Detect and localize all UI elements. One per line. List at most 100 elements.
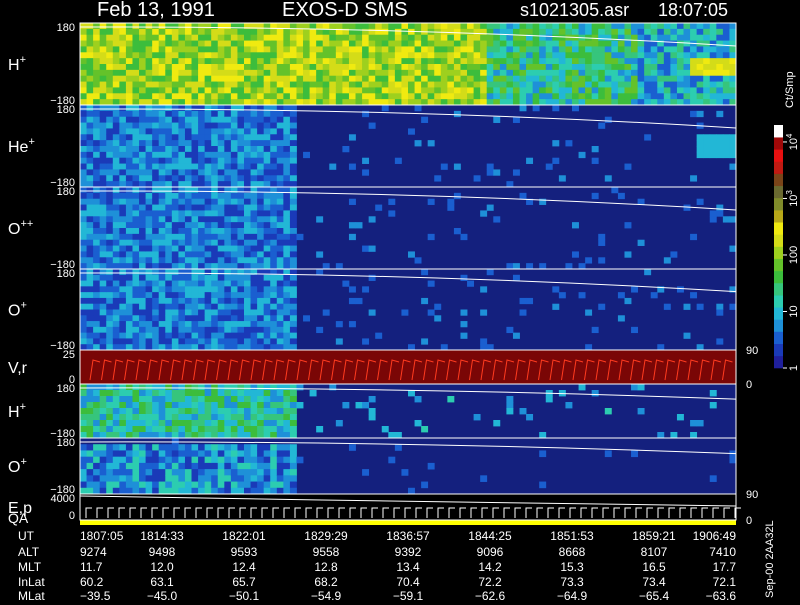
ephemeris-cell: 73.4 [642, 575, 666, 589]
colorbar-segment [774, 258, 783, 272]
spectrogram-cells [80, 23, 737, 106]
colorbar-segment [774, 343, 783, 357]
ephemeris-cell: 13.4 [396, 560, 420, 574]
ephemeris-cell: 12.8 [314, 560, 338, 574]
ephemeris-cell: 12.4 [232, 560, 256, 574]
ephemeris-cell: 68.2 [314, 575, 338, 589]
ephemeris-cell: 73.3 [560, 575, 584, 589]
panel-5: H+180−180 [8, 383, 737, 440]
ephemeris-cell: 1844:25 [468, 529, 512, 543]
ephemeris-cell: 11.7 [80, 560, 103, 574]
panel-ymax-label: 180 [57, 437, 75, 449]
panel-ymax-label: 4000 [51, 493, 75, 505]
ephemeris-row-label: InLat [18, 575, 45, 589]
units-label: Ct/Smp [784, 71, 796, 108]
spectrogram-plot: Feb 13, 1991 EXOS-D SMS s1021305.asr 18:… [0, 0, 800, 603]
ephemeris-cell: 1859:21 [632, 529, 676, 543]
ephemeris-cell: −39.5 [80, 589, 111, 600]
colorbar-segment [774, 125, 783, 138]
ephemeris-cell: 8107 [641, 545, 668, 559]
ephemeris-cell: 1851:53 [550, 529, 594, 543]
plot-start-time: 18:07:05 [658, 0, 728, 20]
colorbar-segment [774, 137, 783, 150]
panel-group: H+180−180He+180−180O++180−180O+180−180 90… [8, 22, 758, 527]
ephemeris-cell: 17.7 [713, 560, 737, 574]
colorbar-segment [774, 197, 783, 211]
colorbar-segment [774, 234, 783, 247]
colorbar-segment [774, 210, 783, 223]
ephemeris-row-label: ALT [18, 545, 40, 559]
ephemeris-cell: 8668 [559, 545, 586, 559]
ephemeris-cell: 63.1 [150, 575, 174, 589]
colorbar-segment [774, 270, 783, 284]
ephemeris-row-label: MLT [18, 560, 42, 574]
ephemeris-cell: −50.1 [229, 589, 260, 600]
panel-right-label: 90 [746, 489, 758, 501]
ephemeris-cell: 9096 [477, 545, 504, 559]
colorbar-segment [774, 307, 783, 320]
ephemeris-cell: 60.2 [80, 575, 104, 589]
ephemeris-cell: 72.2 [478, 575, 502, 589]
ephemeris-cell: 1836:57 [386, 529, 430, 543]
panel-ymax-label: 180 [57, 268, 75, 280]
ephemeris-cell: 1906:49 [693, 529, 737, 543]
panel-7: E,p40000 0 [8, 493, 752, 527]
panel-ymax-label: 180 [57, 104, 75, 116]
panel-species-label: V,r [8, 360, 28, 377]
panel-3: O+180−180 90 [8, 268, 758, 357]
ephemeris-cell: −45.0 [147, 589, 178, 600]
panel-ymin-label: 0 [69, 510, 75, 522]
colorbar-segment [774, 185, 783, 199]
ephemeris-cell: 9593 [231, 545, 258, 559]
ephemeris-cell: 70.4 [396, 575, 420, 589]
colorbar-tick-label: 1 [788, 365, 800, 371]
panel-0: H+180−180 [8, 22, 737, 107]
ephemeris-cell: 14.2 [478, 560, 502, 574]
plot-instrument: EXOS-D SMS [282, 0, 408, 21]
colorbar-segment [774, 295, 783, 308]
ephemeris-cell: 1807:05 [80, 529, 124, 543]
panel-ymax-label: 180 [57, 22, 75, 34]
panel-6: O+180−180 90 [8, 437, 758, 501]
ephemeris-cell: −64.9 [557, 589, 588, 600]
ephemeris-cell: −59.1 [393, 589, 424, 600]
version-label: Sep-00 2AA32L [764, 520, 776, 598]
ephemeris-cell: 15.3 [560, 560, 584, 574]
panel-right-label: 0 [746, 515, 752, 527]
ephemeris-row-label: UT [18, 529, 35, 543]
ephemeris-cell: −63.6 [706, 589, 737, 600]
colorbar-segment [774, 149, 783, 162]
ephemeris-cell: 72.1 [713, 575, 737, 589]
panel-2: O++180−180 [8, 186, 737, 271]
qa-label: QA [8, 510, 29, 526]
plot-file-name: s1021305.asr [520, 0, 629, 20]
plot-date: Feb 13, 1991 [97, 0, 215, 21]
ephemeris-cell: 1814:33 [140, 529, 184, 543]
ephemeris-cell: 9392 [395, 545, 422, 559]
panel-ymax-label: 25 [63, 349, 75, 361]
colorbar-segment [774, 161, 783, 174]
colorbar-segment [774, 282, 783, 296]
ephemeris-cell: 12.0 [150, 560, 174, 574]
colorbar-tick-label: 10 [788, 305, 800, 317]
colorbar-segment [774, 319, 783, 332]
colorbar-segment [774, 331, 783, 344]
ephemeris-cell: 65.7 [232, 575, 256, 589]
ephemeris-cell: 9274 [80, 545, 107, 559]
colorbar-segment [774, 173, 783, 187]
ephemeris-cell: 9498 [149, 545, 176, 559]
ephemeris-cell: 1822:01 [222, 529, 266, 543]
colorbar-segment [774, 222, 783, 235]
ephemeris-cell: 7410 [709, 545, 736, 559]
panel-ymax-label: 180 [57, 383, 75, 395]
panel-background [80, 350, 736, 384]
panel-right-label: 0 [746, 379, 752, 391]
ephemeris-row-label: MLat [18, 589, 45, 600]
colorbar-tick-label: 100 [788, 246, 800, 264]
ephemeris-cell: 9558 [313, 545, 340, 559]
ephemeris-cell: −65.4 [639, 589, 670, 600]
plot-canvas: Feb 13, 1991 EXOS-D SMS s1021305.asr 18:… [0, 0, 800, 603]
ephemeris-cell: 16.5 [642, 560, 666, 574]
ephemeris-cell: −54.9 [311, 589, 342, 600]
colorbar-segment [774, 246, 783, 259]
